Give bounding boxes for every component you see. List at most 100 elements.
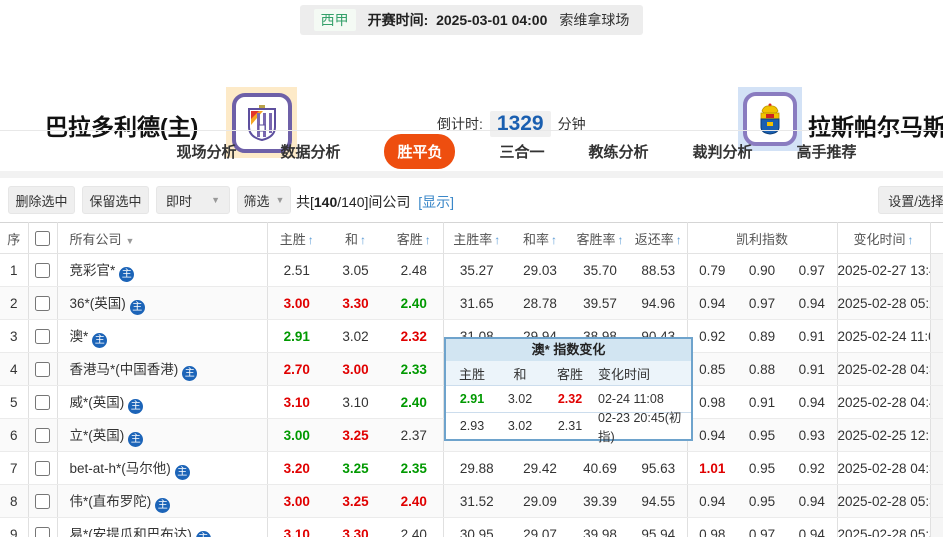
kelly-value: 1.01: [687, 452, 737, 485]
popup-header-row: 主胜 和 客胜 变化时间: [446, 361, 691, 385]
company-name[interactable]: 威*(英国)主: [57, 386, 267, 419]
table-row: 236*(英国)主3.003.302.4031.6528.7839.5794.9…: [0, 287, 943, 320]
row-checkbox[interactable]: [35, 395, 50, 410]
row-select-cell: [28, 287, 57, 320]
table-row: 9易*(安提瓜和巴布达)主3.103.302.4030.9529.0739.98…: [0, 518, 943, 537]
col-draw[interactable]: 和↑: [326, 223, 385, 254]
rate-value: 88.53: [630, 254, 687, 287]
row-select-cell: [28, 452, 57, 485]
tab-three-in-one[interactable]: 三合一: [499, 141, 544, 162]
company-name[interactable]: 易*(安提瓜和巴布达)主: [57, 518, 267, 537]
row-select-cell: [28, 518, 57, 537]
table-row: 1竞彩官*主2.513.052.4835.2729.0335.7088.530.…: [0, 254, 943, 287]
rate-value: 94.55: [630, 485, 687, 518]
odds-mode-dropdown[interactable]: 即时▼: [156, 186, 230, 214]
league-badge: 西甲: [314, 9, 356, 31]
tab-data-analysis[interactable]: 数据分析: [280, 141, 340, 162]
kelly-value: 0.92: [787, 452, 837, 485]
company-name[interactable]: 澳*主: [57, 320, 267, 353]
show-link[interactable]: [显示]: [418, 194, 454, 210]
select-all-checkbox[interactable]: [35, 231, 50, 246]
col-home-win[interactable]: 主胜↑: [267, 223, 326, 254]
row-checkbox[interactable]: [35, 494, 50, 509]
odds-value: 2.33: [385, 353, 443, 386]
keep-selected-button[interactable]: 保留选中: [82, 186, 149, 214]
col-home-rate[interactable]: 主胜率↑: [443, 223, 510, 254]
company-name[interactable]: bet-at-h*(马尔他)主: [57, 452, 267, 485]
settings-select-button[interactable]: 设置/选择: [878, 186, 943, 214]
row-index: 5: [0, 386, 28, 419]
kelly-value: 0.97: [737, 287, 787, 320]
edge-cell: [930, 353, 943, 386]
tab-referee-analysis[interactable]: 裁判分析: [693, 141, 753, 162]
kickoff-time: 开赛时间: 2025-03-01 04:00: [368, 10, 548, 30]
main-company-icon: 主: [175, 465, 190, 480]
company-name[interactable]: 伟*(直布罗陀)主: [57, 485, 267, 518]
popup-cell: 3.02: [498, 392, 542, 406]
sort-asc-icon: ↑: [494, 233, 500, 247]
change-time: 2025-02-28 05:33: [837, 518, 930, 537]
filter-dropdown[interactable]: 筛选▼: [237, 186, 291, 214]
row-checkbox[interactable]: [35, 461, 50, 476]
col-company[interactable]: 所有公司▼: [57, 223, 267, 254]
col-index: 序: [0, 223, 28, 254]
row-index: 6: [0, 419, 28, 452]
chevron-down-icon: ▼: [211, 195, 220, 205]
popup-cell: 2.91: [446, 392, 498, 406]
tab-wdl-odds[interactable]: 胜平负: [384, 134, 455, 169]
col-change-time[interactable]: 变化时间↑: [837, 223, 930, 254]
rate-value: 29.07: [510, 518, 570, 537]
col-draw-rate[interactable]: 和率↑: [510, 223, 570, 254]
main-company-icon: 主: [182, 366, 197, 381]
company-name[interactable]: 36*(英国)主: [57, 287, 267, 320]
rate-value: 29.88: [443, 452, 510, 485]
row-select-cell: [28, 386, 57, 419]
main-company-icon: 主: [128, 399, 143, 414]
odds-value: 2.51: [267, 254, 326, 287]
row-checkbox[interactable]: [35, 263, 50, 278]
kelly-value: 0.94: [787, 518, 837, 537]
tab-coach-analysis[interactable]: 教练分析: [589, 141, 649, 162]
odds-value: 3.20: [267, 452, 326, 485]
edge-cell: [930, 287, 943, 320]
tab-expert-picks[interactable]: 高手推荐: [797, 141, 857, 162]
chevron-down-icon: ▼: [276, 195, 285, 205]
kelly-value: 0.88: [737, 353, 787, 386]
row-checkbox[interactable]: [35, 428, 50, 443]
kelly-value: 0.98: [687, 518, 737, 537]
rate-value: 31.65: [443, 287, 510, 320]
row-select-cell: [28, 353, 57, 386]
rate-value: 95.94: [630, 518, 687, 537]
tab-live-analysis[interactable]: 现场分析: [176, 141, 236, 162]
rate-value: 30.95: [443, 518, 510, 537]
col-edge: [930, 223, 943, 254]
company-name[interactable]: 竞彩官*主: [57, 254, 267, 287]
sort-asc-icon: ↑: [308, 233, 314, 247]
company-name[interactable]: 立*(英国)主: [57, 419, 267, 452]
kelly-value: 0.91: [737, 386, 787, 419]
row-checkbox[interactable]: [35, 362, 50, 377]
col-away-rate[interactable]: 客胜率↑: [570, 223, 630, 254]
main-company-icon: 主: [92, 333, 107, 348]
col-return-rate[interactable]: 返还率↑: [630, 223, 687, 254]
venue: 索维拿球场: [559, 10, 629, 30]
kelly-value: 0.97: [737, 518, 787, 537]
odds-value: 2.70: [267, 353, 326, 386]
odds-value: 2.40: [385, 287, 443, 320]
row-index: 7: [0, 452, 28, 485]
row-checkbox[interactable]: [35, 527, 50, 537]
tab-bar: 现场分析 数据分析 胜平负 三合一 教练分析 裁判分析 高手推荐: [0, 130, 943, 172]
odds-value: 3.00: [267, 287, 326, 320]
col-away-win[interactable]: 客胜↑: [385, 223, 443, 254]
row-index: 9: [0, 518, 28, 537]
row-index: 1: [0, 254, 28, 287]
row-checkbox[interactable]: [35, 329, 50, 344]
kelly-value: 0.95: [737, 452, 787, 485]
table-row: 7bet-at-h*(马尔他)主3.203.252.3529.8829.4240…: [0, 452, 943, 485]
rate-value: 40.69: [570, 452, 630, 485]
row-checkbox[interactable]: [35, 296, 50, 311]
company-name[interactable]: 香港马*(中国香港)主: [57, 353, 267, 386]
delete-selected-button[interactable]: 删除选中: [8, 186, 75, 214]
odds-value: 3.10: [326, 386, 385, 419]
kelly-value: 0.91: [787, 353, 837, 386]
